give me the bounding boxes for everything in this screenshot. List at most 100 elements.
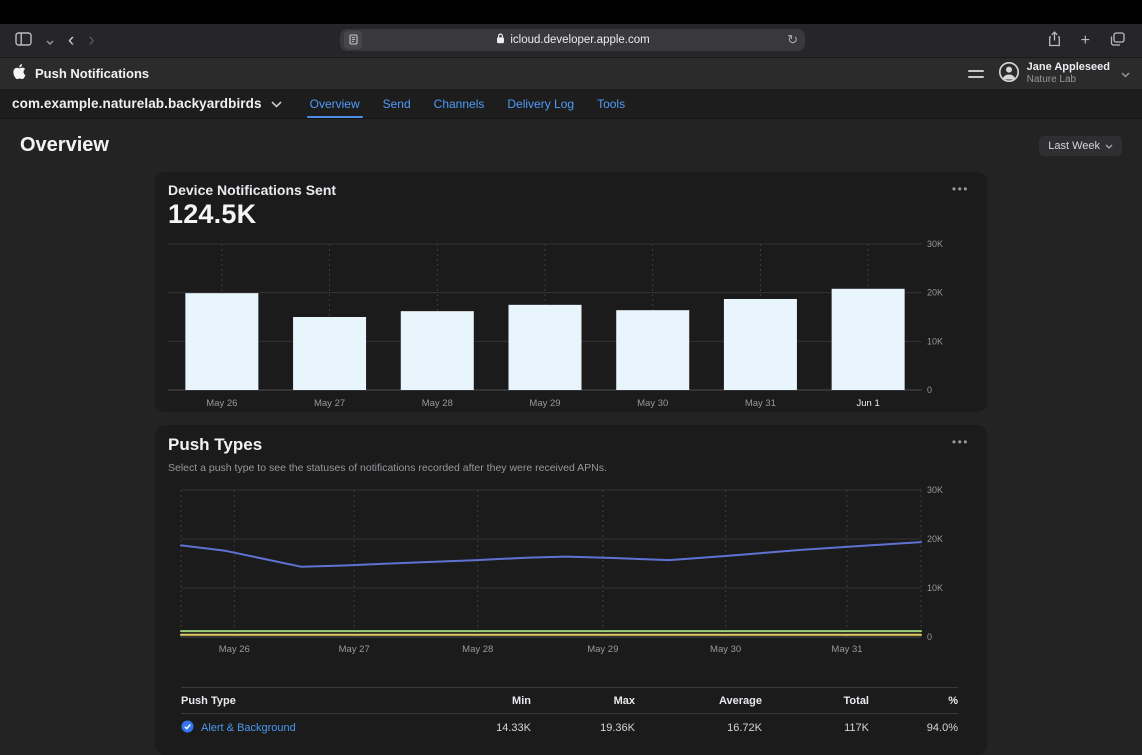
svg-text:May 30: May 30 <box>710 644 741 655</box>
forward-icon: › <box>88 31 94 50</box>
push-types-table: Push Type Min Max Average Total % Alert … <box>181 687 958 741</box>
svg-text:May 27: May 27 <box>314 398 345 409</box>
header-right-group: Jane Appleseed Nature Lab <box>964 61 1130 86</box>
lock-icon <box>496 33 505 47</box>
tab-tools[interactable]: Tools <box>594 89 628 118</box>
chevron-down-icon <box>1105 140 1113 152</box>
page-header: Overview Last Week <box>0 119 1142 172</box>
user-text: Jane Appleseed Nature Lab <box>1027 61 1110 85</box>
url-text: icloud.developer.apple.com <box>510 34 649 46</box>
date-range-selector[interactable]: Last Week <box>1039 136 1122 156</box>
back-button[interactable]: ‹ <box>63 29 79 52</box>
svg-text:10K: 10K <box>927 336 943 346</box>
column-header-min: Min <box>421 695 531 707</box>
bundle-id: com.example.naturelab.backyardbirds <box>12 96 262 111</box>
app-header: Push Notifications Jane Appleseed Nature… <box>0 58 1142 89</box>
column-header-push-type: Push Type <box>181 695 421 707</box>
tab-overview-button[interactable] <box>1105 30 1130 51</box>
check-circle-icon <box>181 720 194 736</box>
share-button[interactable] <box>1043 29 1066 52</box>
reload-icon: ↻ <box>787 32 798 47</box>
apple-logo-icon <box>12 63 27 85</box>
browser-toolbar: ‹ › icloud.developer.apple.com ↻ <box>0 24 1142 58</box>
user-org: Nature Lab <box>1027 74 1076 86</box>
card-options-button[interactable]: ••• <box>948 178 973 200</box>
tab-send[interactable]: Send <box>380 89 414 118</box>
menu-button[interactable] <box>964 66 988 82</box>
svg-text:May 27: May 27 <box>339 644 370 655</box>
svg-text:30K: 30K <box>927 240 943 249</box>
tabs-overview-icon <box>1110 32 1125 49</box>
svg-text:20K: 20K <box>927 534 943 544</box>
min-cell: 14.33K <box>421 722 531 734</box>
context-bar: com.example.naturelab.backyardbirds Over… <box>0 89 1142 119</box>
back-icon: ‹ <box>68 31 74 50</box>
push-types-card: ••• Push Types Select a push type to see… <box>155 425 987 755</box>
card-title: Push Types <box>168 435 974 455</box>
tab-delivery-log[interactable]: Delivery Log <box>504 89 577 118</box>
plus-icon: + <box>1081 33 1090 49</box>
app-title: Push Notifications <box>35 66 149 81</box>
svg-text:May 29: May 29 <box>587 644 618 655</box>
more-options-icon: ••• <box>952 435 969 449</box>
percent-cell: 94.0% <box>869 722 958 734</box>
toolbar-left-group: ‹ › <box>10 24 100 57</box>
column-header-max: Max <box>531 695 635 707</box>
card-options-button[interactable]: ••• <box>948 431 973 453</box>
line-chart: 010K20K30KMay 26May 27May 28May 29May 30… <box>168 486 974 663</box>
svg-text:0: 0 <box>927 385 932 395</box>
svg-text:30K: 30K <box>927 486 943 495</box>
average-cell: 16.72K <box>635 722 762 734</box>
svg-text:May 29: May 29 <box>529 398 560 409</box>
forward-button[interactable]: › <box>83 29 99 52</box>
page-icon <box>349 33 358 48</box>
svg-text:10K: 10K <box>927 583 943 593</box>
more-options-icon: ••• <box>952 182 969 196</box>
toolbar-right-group: + <box>1043 24 1130 57</box>
chevron-down-icon <box>1121 66 1130 81</box>
svg-text:May 30: May 30 <box>637 398 668 409</box>
sidebar-chevron-button[interactable] <box>41 31 59 50</box>
push-type-cell: Alert & Background <box>181 720 421 736</box>
total-cell: 117K <box>762 722 869 734</box>
svg-text:May 26: May 26 <box>219 644 250 655</box>
page-title: Overview <box>20 134 109 157</box>
avatar-icon <box>998 61 1020 86</box>
svg-text:May 26: May 26 <box>206 398 237 409</box>
user-name: Jane Appleseed <box>1027 61 1110 74</box>
mac-titlebar <box>0 0 1142 24</box>
column-header-average: Average <box>635 695 762 707</box>
device-notifications-card: ••• Device Notifications Sent 124.5K 0 10… <box>155 172 987 412</box>
chevron-down-icon <box>46 33 54 48</box>
share-icon <box>1048 31 1061 50</box>
sidebar-toggle-button[interactable] <box>10 30 37 51</box>
column-header-percent: % <box>869 695 958 707</box>
page-settings-button[interactable] <box>344 31 362 49</box>
tab-channels[interactable]: Channels <box>431 89 488 118</box>
card-subtitle: Select a push type to see the statuses o… <box>168 462 974 474</box>
svg-text:0: 0 <box>927 632 932 642</box>
card-title: Device Notifications Sent <box>168 182 974 198</box>
chevron-down-icon <box>271 96 282 111</box>
push-type-link[interactable]: Alert & Background <box>201 722 296 734</box>
section-tabs: Overview Send Channels Delivery Log Tool… <box>307 89 628 118</box>
date-range-label: Last Week <box>1048 140 1100 152</box>
address-bar[interactable]: icloud.developer.apple.com ↻ <box>340 29 805 51</box>
new-tab-button[interactable]: + <box>1076 31 1095 51</box>
table-row: Alert & Background 14.33K 19.36K 16.72K … <box>181 714 958 741</box>
user-menu[interactable]: Jane Appleseed Nature Lab <box>998 61 1130 86</box>
url-text-group: icloud.developer.apple.com <box>362 33 784 47</box>
table-header-row: Push Type Min Max Average Total % <box>181 687 958 714</box>
svg-text:20K: 20K <box>927 288 943 298</box>
sidebar-icon <box>15 32 32 49</box>
svg-text:May 31: May 31 <box>831 644 862 655</box>
svg-text:Jun 1: Jun 1 <box>857 398 880 409</box>
hamburger-icon <box>968 70 984 78</box>
svg-text:May 31: May 31 <box>745 398 776 409</box>
notifications-total: 124.5K <box>168 199 974 230</box>
reload-button[interactable]: ↻ <box>784 32 801 48</box>
tab-overview[interactable]: Overview <box>307 89 363 118</box>
bundle-id-selector[interactable]: com.example.naturelab.backyardbirds <box>12 96 282 111</box>
column-header-total: Total <box>762 695 869 707</box>
bar-chart: 010K20K30KMay 26May 27May 28May 29May 30… <box>168 240 974 417</box>
